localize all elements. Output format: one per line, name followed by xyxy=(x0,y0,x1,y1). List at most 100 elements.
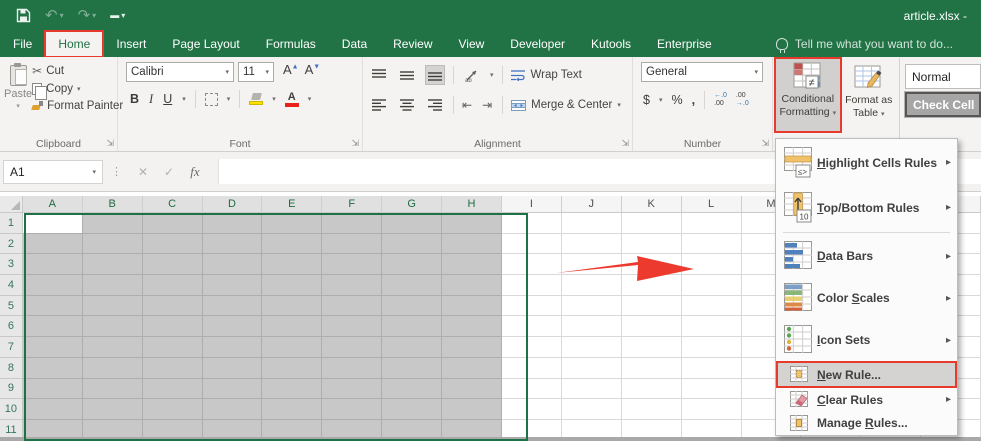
cell-B4[interactable] xyxy=(83,275,143,296)
cell-E6[interactable] xyxy=(262,316,322,337)
enter-button[interactable]: ✓ xyxy=(156,165,182,179)
conditional-formatting-button[interactable]: ≠ ConditionalFormatting ▾ xyxy=(775,58,841,132)
copy-button[interactable]: Copy ▾ xyxy=(32,83,123,95)
font-name-select[interactable]: Calibri ▾ xyxy=(126,62,234,82)
style-check-cell[interactable]: Check Cell xyxy=(905,92,981,117)
menu-item-color-scales[interactable]: Color Scales▸ xyxy=(776,277,957,319)
cell-A7[interactable] xyxy=(23,337,83,358)
borders-button[interactable] xyxy=(205,93,218,106)
merge-center-button[interactable]: Merge & Center ▾ xyxy=(511,99,621,111)
cell-E1[interactable] xyxy=(262,213,322,234)
cell-E10[interactable] xyxy=(262,399,322,420)
cell-H8[interactable] xyxy=(442,358,502,379)
cell-K6[interactable] xyxy=(622,316,682,337)
tab-review[interactable]: Review xyxy=(380,31,445,57)
cell-C7[interactable] xyxy=(143,337,203,358)
column-header-F[interactable]: F xyxy=(322,196,382,213)
cell-D7[interactable] xyxy=(203,337,263,358)
column-header-E[interactable]: E xyxy=(262,196,322,213)
cell-G9[interactable] xyxy=(382,379,442,400)
align-center-button[interactable] xyxy=(397,95,417,115)
cell-H7[interactable] xyxy=(442,337,502,358)
fill-color-button[interactable] xyxy=(249,93,263,105)
italic-button[interactable]: I xyxy=(149,92,153,107)
tab-page-layout[interactable]: Page Layout xyxy=(159,31,252,57)
cell-F5[interactable] xyxy=(322,296,382,317)
cell-B3[interactable] xyxy=(83,254,143,275)
cell-I7[interactable] xyxy=(502,337,562,358)
menu-item-icon-sets[interactable]: Icon Sets▸ xyxy=(776,319,957,361)
cell-H10[interactable] xyxy=(442,399,502,420)
cell-F10[interactable] xyxy=(322,399,382,420)
cell-D4[interactable] xyxy=(203,275,263,296)
percent-style-button[interactable]: % xyxy=(671,93,682,107)
name-box-caret-icon[interactable]: ▾ xyxy=(92,168,96,176)
column-header-L[interactable]: L xyxy=(682,196,742,213)
menu-item-new-rule[interactable]: New Rule... xyxy=(776,361,957,388)
cell-E3[interactable] xyxy=(262,254,322,275)
column-header-H[interactable]: H xyxy=(442,196,502,213)
cell-J5[interactable] xyxy=(562,296,622,317)
borders-caret-icon[interactable]: ▾ xyxy=(227,95,231,103)
tab-view[interactable]: View xyxy=(446,31,498,57)
cell-L10[interactable] xyxy=(682,399,742,420)
cell-C4[interactable] xyxy=(143,275,203,296)
cell-C10[interactable] xyxy=(143,399,203,420)
align-left-button[interactable] xyxy=(369,95,389,115)
cell-A10[interactable] xyxy=(23,399,83,420)
cell-A2[interactable] xyxy=(23,234,83,255)
cell-D9[interactable] xyxy=(203,379,263,400)
underline-button[interactable]: U xyxy=(163,92,172,106)
column-header-J[interactable]: J xyxy=(562,196,622,213)
row-header-7[interactable]: 7 xyxy=(0,337,23,358)
cell-B1[interactable] xyxy=(83,213,143,234)
cell-A6[interactable] xyxy=(23,316,83,337)
cell-G4[interactable] xyxy=(382,275,442,296)
tab-data[interactable]: Data xyxy=(329,31,380,57)
cancel-button[interactable]: ✕ xyxy=(130,165,156,179)
row-header-1[interactable]: 1 xyxy=(0,213,23,234)
cell-I1[interactable] xyxy=(502,213,562,234)
decrease-indent-button[interactable]: ⇤ xyxy=(462,98,474,112)
tab-home[interactable]: Home xyxy=(45,31,103,57)
cell-K1[interactable] xyxy=(622,213,682,234)
cell-L7[interactable] xyxy=(682,337,742,358)
cell-D5[interactable] xyxy=(203,296,263,317)
bottom-align-button[interactable] xyxy=(425,65,445,85)
menu-item-data-bars[interactable]: Data Bars▸ xyxy=(776,235,957,277)
column-header-I[interactable]: I xyxy=(502,196,562,213)
cell-G10[interactable] xyxy=(382,399,442,420)
tab-enterprise[interactable]: Enterprise xyxy=(644,31,725,57)
cell-G1[interactable] xyxy=(382,213,442,234)
cell-L5[interactable] xyxy=(682,296,742,317)
format-painter-button[interactable]: Format Painter xyxy=(32,100,123,112)
cell-F6[interactable] xyxy=(322,316,382,337)
bold-button[interactable]: B xyxy=(130,92,139,106)
select-all-corner[interactable] xyxy=(0,196,23,213)
cell-F2[interactable] xyxy=(322,234,382,255)
formula-bar-grip-icon[interactable]: ⋮ xyxy=(111,165,122,178)
column-header-C[interactable]: C xyxy=(143,196,203,213)
copy-caret-icon[interactable]: ▾ xyxy=(77,85,81,93)
cell-L1[interactable] xyxy=(682,213,742,234)
tab-file[interactable]: File xyxy=(0,31,45,57)
style-normal[interactable]: Normal xyxy=(905,64,981,89)
cell-C8[interactable] xyxy=(143,358,203,379)
cell-H1[interactable] xyxy=(442,213,502,234)
column-header-K[interactable]: K xyxy=(622,196,682,213)
cell-K5[interactable] xyxy=(622,296,682,317)
comma-style-button[interactable]: , xyxy=(692,93,695,107)
accounting-caret-icon[interactable]: ▾ xyxy=(659,96,663,104)
cell-F4[interactable] xyxy=(322,275,382,296)
cell-D1[interactable] xyxy=(203,213,263,234)
number-format-select[interactable]: General ▾ xyxy=(641,62,763,82)
decrease-decimal-button[interactable]: .00→.0 xyxy=(736,92,749,109)
tab-insert[interactable]: Insert xyxy=(103,31,159,57)
paste-caret-icon[interactable]: ▾ xyxy=(16,102,20,110)
wrap-text-button[interactable]: Wrap Text xyxy=(511,69,582,81)
cell-B6[interactable] xyxy=(83,316,143,337)
cell-B5[interactable] xyxy=(83,296,143,317)
cell-L8[interactable] xyxy=(682,358,742,379)
cell-E7[interactable] xyxy=(262,337,322,358)
undo-button[interactable]: ↶▾ xyxy=(45,8,64,23)
